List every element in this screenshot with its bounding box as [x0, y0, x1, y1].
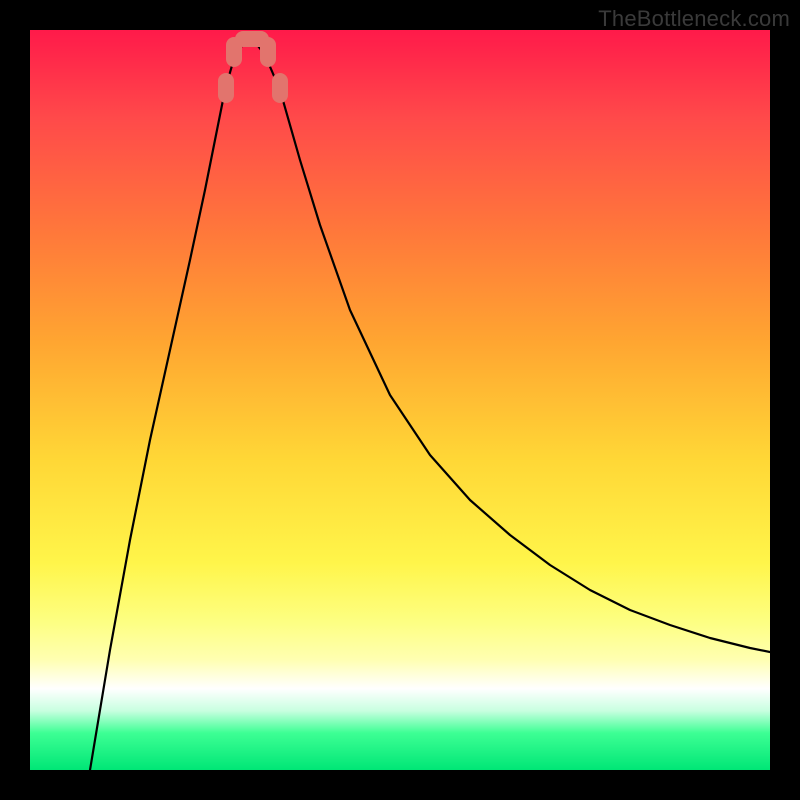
chart-plot-area: [30, 30, 770, 770]
marker-right-lower: [260, 37, 276, 67]
marker-right-upper: [272, 73, 288, 103]
bottleneck-curve: [30, 30, 770, 770]
marker-left-upper: [218, 73, 234, 103]
watermark-text: TheBottleneck.com: [598, 6, 790, 32]
